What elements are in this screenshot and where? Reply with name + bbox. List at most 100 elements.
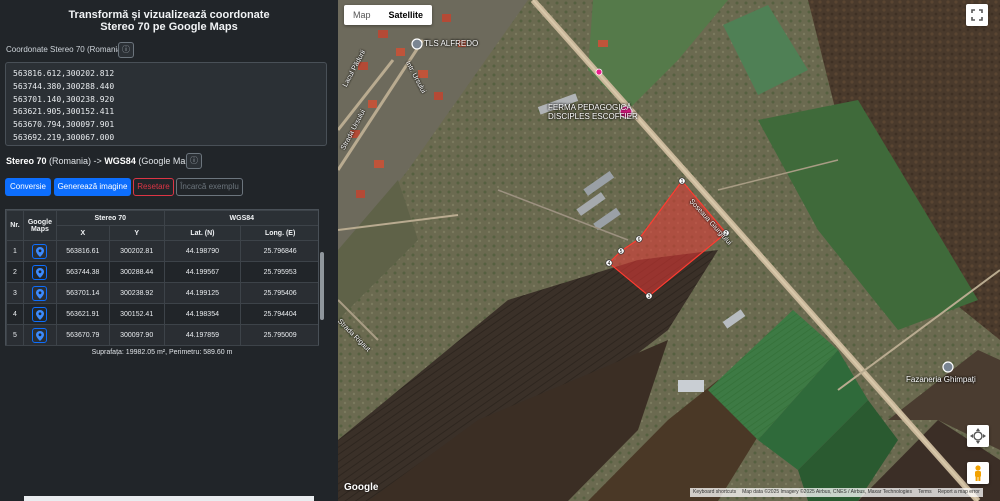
terms-link[interactable]: Terms: [918, 488, 932, 497]
cell-map: [22, 261, 57, 283]
header-nr: Nr.: [6, 210, 24, 241]
cell-y: 300202.81: [108, 240, 165, 262]
coords-line: 563816.612,300202.812: [13, 69, 115, 78]
cell-x: 563744.38: [55, 261, 110, 283]
area-perimeter-summary: Suprafața: 19982.05 m², Perimetru: 589.6…: [5, 345, 319, 359]
map-type-satellite-button[interactable]: Satellite: [380, 5, 433, 25]
vertex-label: 1: [681, 179, 684, 185]
header-y: Y: [108, 225, 165, 241]
conversion-info-button[interactable]: ⓘ: [186, 153, 202, 169]
load-example-button[interactable]: Încarcă exemplu: [176, 178, 243, 196]
map-data-text: Map data ©2025 Imagery ©2025 Airbus, CNE…: [742, 489, 912, 495]
vertex-label: 4: [608, 261, 611, 267]
keyboard-shortcuts-link[interactable]: Keyboard shortcuts: [693, 488, 736, 497]
conversion-to: WGS84: [104, 156, 136, 166]
cell-long: 25.795953: [240, 261, 318, 283]
header-google-maps: Google Maps: [22, 210, 57, 241]
ferma-line1: FERMA PEDAGOGICĂ: [548, 103, 632, 112]
place-label-tls[interactable]: TLS ALFREDO: [424, 39, 478, 48]
map-pin-icon: [36, 288, 45, 299]
reset-button[interactable]: Resetare: [133, 178, 174, 196]
page-title-line1: Transformă și vizualizează coordonate: [68, 9, 270, 21]
cell-nr: 2: [6, 261, 24, 283]
results-table: Nr. Google Maps Stereo 70 WGS84 X Y Lat.…: [6, 210, 318, 346]
show-on-map-button[interactable]: [32, 243, 48, 259]
small-pin-icon[interactable]: [595, 68, 603, 76]
table-row: 5 563670.79 300097.90 44.197859 25.795009: [6, 324, 318, 346]
cell-long: 25.796846: [240, 240, 318, 262]
coords-line: 563670.794,300097.901: [13, 120, 115, 130]
bottom-scrollbar[interactable]: [24, 496, 314, 501]
place-pin-icon[interactable]: [411, 38, 423, 50]
map-pin-icon: [36, 330, 45, 341]
google-map[interactable]: 123456 TLS ALFREDO FERMA PEDAGOGICĂ DISC…: [338, 0, 1000, 501]
info-icon: ⓘ: [122, 45, 130, 54]
vertex-label: 5: [620, 249, 623, 255]
map-type-map-button[interactable]: Map: [344, 5, 380, 25]
cell-y: 300097.90: [108, 324, 165, 346]
map-type-control: Map Satellite: [344, 5, 433, 25]
map-attribution: Keyboard shortcuts Map data ©2025 Imager…: [690, 488, 983, 497]
cell-long: 25.795009: [240, 324, 318, 346]
cell-nr: 5: [6, 324, 24, 346]
fullscreen-icon: [971, 9, 983, 21]
control-panel: Transformă și vizualizează coordonate St…: [0, 0, 338, 501]
convert-button[interactable]: Conversie: [5, 178, 51, 196]
coords-input-label: Coordonate Stereo 70 (Romania): [6, 45, 125, 54]
place-label-fazaneria[interactable]: Fazaneria Ghimpați: [906, 375, 976, 384]
camera-control-button[interactable]: [967, 425, 989, 447]
cell-lat: 44.198790: [163, 240, 242, 262]
table-row: 3 563701.14 300238.92 44.199125 25.795406: [6, 282, 318, 304]
cell-x: 563701.14: [55, 282, 110, 304]
cell-y: 300152.41: [108, 303, 165, 325]
coords-line: 563692.219,300067.000: [13, 132, 115, 142]
table-row: 2 563744.38 300288.44 44.199567 25.795953: [6, 261, 318, 283]
cell-lat: 44.197859: [163, 324, 242, 346]
page-title: Transformă și vizualizează coordonate St…: [0, 9, 338, 33]
place-label-ferma[interactable]: FERMA PEDAGOGICĂ DISCIPLES ESCOFFIER: [548, 103, 638, 121]
cell-nr: 3: [6, 282, 24, 304]
cell-nr: 4: [6, 303, 24, 325]
coords-info-button[interactable]: ⓘ: [118, 42, 134, 58]
show-on-map-button[interactable]: [32, 285, 48, 301]
show-on-map-button[interactable]: [32, 306, 48, 322]
show-on-map-button[interactable]: [32, 327, 48, 343]
cell-x: 563816.61: [55, 240, 110, 262]
map-pin-icon: [36, 267, 45, 278]
header-wgs84: WGS84: [163, 210, 318, 226]
conversion-title: Stereo 70 (Romania) -> WGS84 (Google Map…: [6, 156, 198, 166]
info-icon: ⓘ: [190, 156, 198, 165]
cell-y: 300288.44: [108, 261, 165, 283]
vertex-label: 6: [638, 237, 641, 243]
ferma-line2: DISCIPLES ESCOFFIER: [548, 112, 638, 121]
place-pin-icon[interactable]: [942, 361, 954, 373]
cell-long: 25.795406: [240, 282, 318, 304]
coords-line: 563744.380,300288.440: [13, 81, 115, 91]
street-view-pegman-button[interactable]: [967, 462, 989, 484]
satellite-imagery: 123456: [338, 0, 1000, 501]
page-title-line2: Stereo 70 pe Google Maps: [100, 21, 238, 33]
table-scrollbar[interactable]: [320, 252, 324, 320]
results-table-container[interactable]: Nr. Google Maps Stereo 70 WGS84 X Y Lat.…: [5, 209, 319, 359]
coords-line: 563701.140,300238.920: [13, 94, 115, 104]
cell-map: [22, 240, 57, 262]
cell-lat: 44.199125: [163, 282, 242, 304]
show-on-map-button[interactable]: [32, 264, 48, 280]
header-x: X: [55, 225, 110, 241]
cell-nr: 1: [6, 240, 24, 262]
cell-lat: 44.198354: [163, 303, 242, 325]
app-root: Transformă și vizualizează coordonate St…: [0, 0, 1000, 501]
coords-textarea[interactable]: 563816.612,300202.812 563744.380,300288.…: [5, 62, 327, 146]
fullscreen-button[interactable]: [966, 4, 988, 26]
pegman-icon: [975, 465, 981, 481]
table-row: 4 563621.91 300152.41 44.198354 25.794404: [6, 303, 318, 325]
cell-long: 25.794404: [240, 303, 318, 325]
map-pin-icon: [36, 309, 45, 320]
cell-x: 563670.79: [55, 324, 110, 346]
conversion-from: Stereo 70: [6, 156, 47, 166]
header-lat: Lat. (N): [163, 225, 242, 241]
generate-image-button[interactable]: Generează imagine: [54, 178, 131, 196]
report-error-link[interactable]: Report a map error: [938, 488, 980, 497]
header-long: Long. (E): [240, 225, 318, 241]
google-logo[interactable]: Google: [344, 482, 378, 493]
